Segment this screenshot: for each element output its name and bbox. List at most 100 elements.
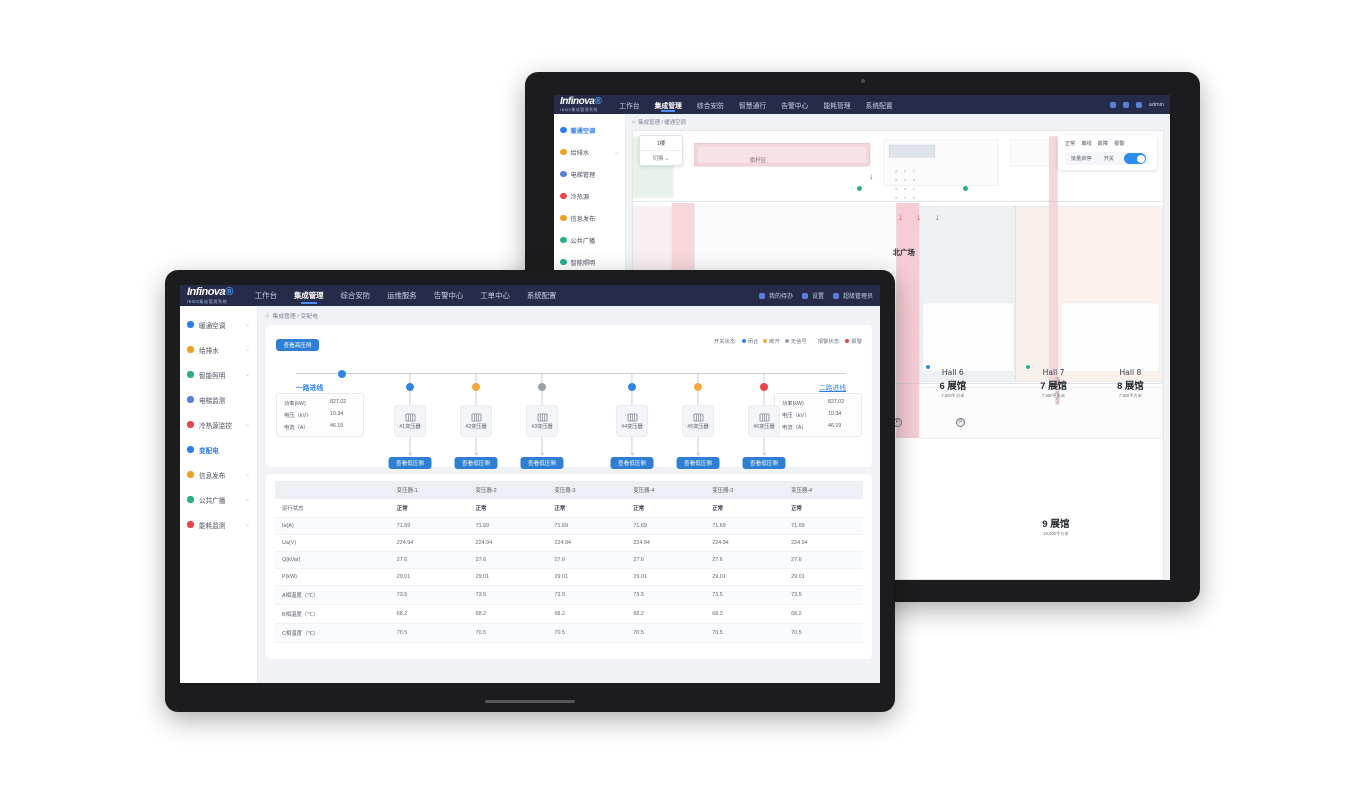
chevron-down-icon[interactable]: ⌄ [614,149,619,156]
front-sidebar-item-label: 智能照明 [199,372,226,380]
transformer-name: #2变压器 [465,423,487,430]
front-header-actions: 我的待办 设置 超级管理员 [758,291,873,300]
chevron-down-icon[interactable]: ⌄ [245,371,250,378]
view-low-voltage-button-3[interactable]: 查看低压侧 [520,457,564,469]
back-sidebar-item-0[interactable]: 暖通空调 [554,119,625,141]
front-header-action-0[interactable]: 我的待办 [758,291,793,300]
back-nav-0[interactable]: 工作台 [619,95,639,114]
view-low-voltage-button-2[interactable]: 查看低压侧 [454,457,498,469]
downstream-arrow-icon [697,437,699,453]
floor-switch-button[interactable]: 切换 ⌄ [640,151,682,165]
front-sidebar-item-6[interactable]: 信息发布 ⌄ [180,462,257,487]
front-nav-2[interactable]: 综合安防 [341,285,371,306]
front-nav-3[interactable]: 运维服务 [387,285,417,306]
breaker-status-dot[interactable] [538,383,546,391]
table-row: A相温度（℃） 73.5 73.5 73.5 73.5 73.5 73.5 [275,585,863,605]
transformer-name: #1变压器 [399,423,421,430]
view-low-voltage-button-5[interactable]: 查看低压侧 [676,457,720,469]
view-low-voltage-button-1[interactable]: 查看低压侧 [388,457,432,469]
front-nav-1[interactable]: 集成管理 [294,285,324,306]
alarm-status-label: 报警状态: [817,339,841,345]
list-icon [1122,101,1129,108]
table-cell: 224.94 [626,534,706,552]
front-sidebar-item-4[interactable]: 冷热源监控 ⌄ [180,412,257,437]
hall-area: 7,500平方米 [1042,393,1066,399]
front-sidebar-item-7[interactable]: 公共广播 ⌄ [180,487,257,512]
module-icon [187,446,194,453]
back-sidebar-item-3[interactable]: 冷热源 [554,185,625,207]
back-sidebar-item-4[interactable]: 信息发布 [554,207,625,229]
camera-dot [860,79,865,83]
back-header-action-1[interactable] [1122,101,1129,108]
breaker-status-dot[interactable] [694,383,702,391]
feeder-label-right[interactable]: 二路进线 [819,382,846,392]
chevron-down-icon[interactable]: ⌄ [245,471,250,478]
transformer-node-2[interactable]: #2变压器 [460,405,492,437]
back-nav-1[interactable]: 集成管理 [655,95,682,114]
view-low-voltage-button-6[interactable]: 查看低压侧 [742,457,786,469]
front-nav-5[interactable]: 工单中心 [480,285,510,306]
incoming-feeder-node[interactable] [338,369,346,378]
back-sidebar-item-2[interactable]: 电梯管理 [554,163,625,185]
map-label-north-plaza: 北广场 [892,248,915,258]
front-header-action-2[interactable]: 超级管理员 [832,291,873,300]
table-cell: 73.5 [547,585,627,605]
back-nav-6[interactable]: 系统配置 [866,95,893,114]
back-nav-5[interactable]: 能耗管理 [823,95,850,114]
breaker-status-dot[interactable] [406,383,414,391]
breaker-status-dot[interactable] [472,383,480,391]
switch-legend-item-2: 无信号 [784,337,807,345]
back-header-action-0[interactable] [1109,101,1116,108]
front-sidebar-item-2[interactable]: 智能照明 ⌄ [180,362,257,387]
chevron-down-icon[interactable]: ⌄ [245,421,250,428]
table-cell: 68.2 [705,604,785,624]
back-sidebar-item-label: 冷热源 [570,193,590,201]
table-cell: 29.01 [784,568,863,586]
device-marker-hvac[interactable] [855,184,863,192]
front-sidebar-item-8[interactable]: 能耗监测 ⌄ [180,512,257,537]
front-sidebar-item-1[interactable]: 给排水 ⌄ [180,337,257,362]
info-value: 46.19 [330,423,344,429]
front-header-action-label: 超级管理员 [842,294,873,300]
transformer-name: #6变压器 [753,423,775,430]
breaker-status-dot[interactable] [760,383,768,391]
back-header-action-3[interactable]: admin [1149,102,1164,108]
transformer-node-4[interactable]: #4变压器 [616,405,648,437]
transformer-node-5[interactable]: #5变压器 [682,405,714,437]
transformer-node-3[interactable]: #3变压器 [526,405,558,437]
front-sidebar-item-5[interactable]: 变配电 [180,437,257,462]
batch-control-row[interactable]: 批量启停 开关 [1064,152,1150,165]
table-cell: 71.69 [784,517,863,535]
back-sidebar-item-5[interactable]: 公共广播 [554,229,625,251]
back-header-action-2[interactable] [1135,101,1142,108]
batch-toggle[interactable] [1124,153,1146,164]
front-sidebar-item-0[interactable]: 暖通空调 ⌄ [180,312,257,337]
transformer-node-1[interactable]: #1变压器 [394,405,426,437]
back-nav-2[interactable]: 综合安防 [697,95,724,114]
chevron-down-icon[interactable]: ⌄ [245,496,250,503]
transformer-node-6[interactable]: #6变压器 [748,405,780,437]
chevron-down-icon[interactable]: ⌄ [245,346,250,353]
view-high-voltage-button[interactable]: 查看高压侧 [276,339,319,351]
view-low-voltage-button-4[interactable]: 查看低压侧 [610,457,654,469]
table-row-label: P(kW) [275,568,390,586]
chevron-down-icon[interactable]: ⌄ [245,521,250,528]
home-indicator [485,700,575,703]
front-nav-0[interactable]: 工作台 [255,285,277,306]
front-nav-4[interactable]: 告警中心 [434,285,464,306]
front-header-action-1[interactable]: 设置 [801,291,824,300]
back-brand-subtitle: IBMS集成管理系统 [560,107,598,113]
chevron-down-icon[interactable]: ⌄ [245,321,250,328]
front-nav-6[interactable]: 系统配置 [527,285,557,306]
table-cell: 224.94 [547,534,627,552]
back-nav-3[interactable]: 智慧通行 [739,95,766,114]
back-nav-4[interactable]: 告警中心 [781,95,808,114]
front-sidebar-item-3[interactable]: 电梯监测 [180,387,257,412]
device-marker-hvac[interactable] [961,184,969,192]
back-header-actions: admin [1109,101,1164,108]
table-cell: 29.01 [389,568,469,586]
breaker-status-dot[interactable] [628,383,636,391]
table-cell: 29.01 [468,568,548,586]
back-sidebar-item-1[interactable]: 给排水 ⌄ [554,141,625,163]
floor-selector[interactable]: 1楼 切换 ⌄ [639,135,683,166]
